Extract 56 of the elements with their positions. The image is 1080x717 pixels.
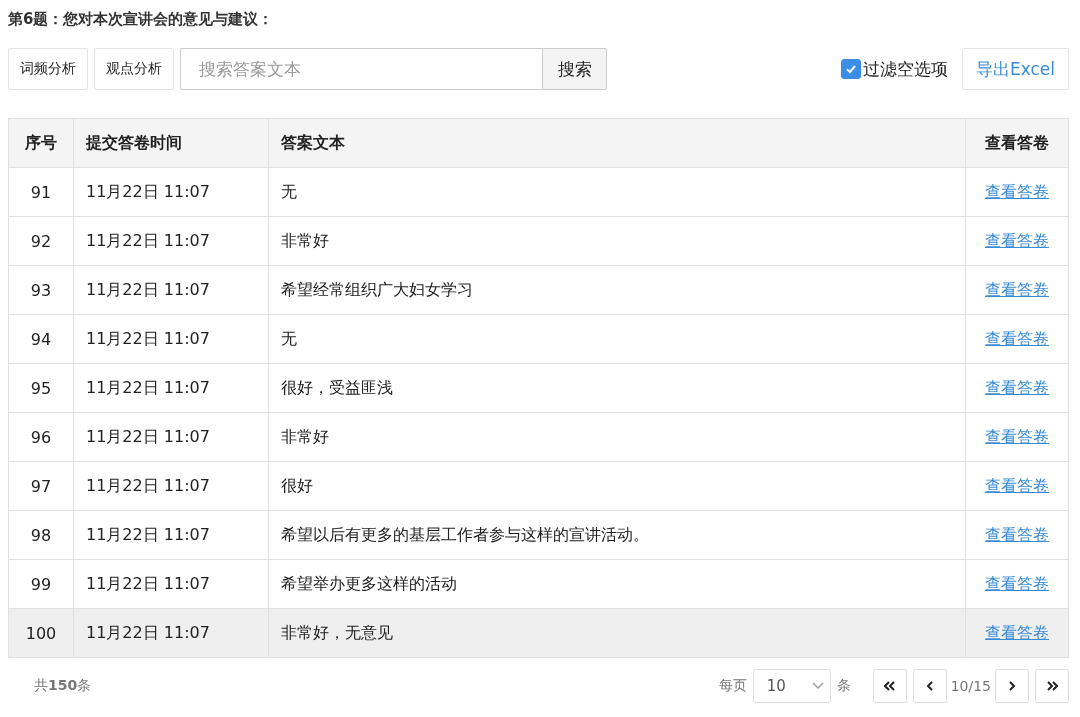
search-field[interactable]: 搜索答案文本 [180,48,542,90]
export-button[interactable]: 导出Excel [961,48,1069,90]
analysis-button[interactable]: 词频分析 [8,48,88,90]
table-cell: 11月22日 11:07 [73,167,269,217]
table-cell: 11月22日 11:07 [73,216,269,266]
table-cell: 99 [8,559,74,609]
table-cell: 11月22日 11:07 [73,461,269,511]
page-indicator: 10/15 [950,678,991,694]
per-page-unit: 条 [836,677,851,695]
table-cell: 11月22日 11:07 [73,265,269,315]
table-cell: 希望经常组织广大妇女学习 [268,265,966,315]
table-cell: 希望举办更多这样的活动 [268,559,966,609]
analysis-button[interactable]: 观点分析 [94,48,174,90]
search-button[interactable]: 搜索 [542,48,607,90]
table-cell: 11月22日 11:07 [73,363,269,413]
column-header: 查看答卷 [965,118,1069,168]
per-page-select[interactable]: 10 [752,669,831,703]
table-cell: 非常好 [268,216,966,266]
table-cell: 非常好，无意见 [268,608,966,658]
table-cell: 11月22日 11:07 [73,559,269,609]
table-cell: 92 [8,216,74,266]
table-cell: 98 [8,510,74,560]
filter-checkbox[interactable] [840,59,861,79]
table-cell: 94 [8,314,74,364]
table-cell: 非常好 [268,412,966,462]
first-page-button[interactable] [872,669,907,703]
previous-page-button[interactable] [912,669,947,703]
table-cell: 无 [268,167,966,217]
table-cell: 11月22日 11:07 [73,510,269,560]
chevron-down-icon [811,682,824,690]
next-page-button[interactable] [995,669,1029,703]
table-cell: 希望以后有更多的基层工作者参与这样的宣讲活动。 [268,510,966,560]
table-cell: 96 [8,412,74,462]
column-header: 答案文本 [268,118,966,168]
chevron-left-icon [925,681,934,691]
last-page-button[interactable] [1035,669,1069,703]
table-cell: 11月22日 11:07 [73,412,269,462]
table-cell: 95 [8,363,74,413]
table-cell: 很好 [268,461,966,511]
question-title: 第6题：您对本次宣讲会的意见与建议： [8,9,275,30]
column-header: 提交答卷时间 [73,118,269,168]
table-cell: 很好，受益匪浅 [268,363,966,413]
total-count: 共150条 [34,677,92,695]
double-chevron-right-icon [1046,681,1058,691]
table-cell: 91 [8,167,74,217]
chevron-right-icon [1008,681,1016,691]
table-cell: 97 [8,461,74,511]
table-cell: 11月22日 11:07 [73,314,269,364]
table-cell: 11月22日 11:07 [73,608,269,658]
table-cell: 93 [8,265,74,315]
column-header: 序号 [8,118,74,168]
table-cell: 无 [268,314,966,364]
table-cell: 100 [8,608,74,658]
double-chevron-left-icon [883,681,896,691]
filter-label[interactable]: 过滤空选项 [862,57,948,81]
per-page-label: 每页 [718,677,747,695]
